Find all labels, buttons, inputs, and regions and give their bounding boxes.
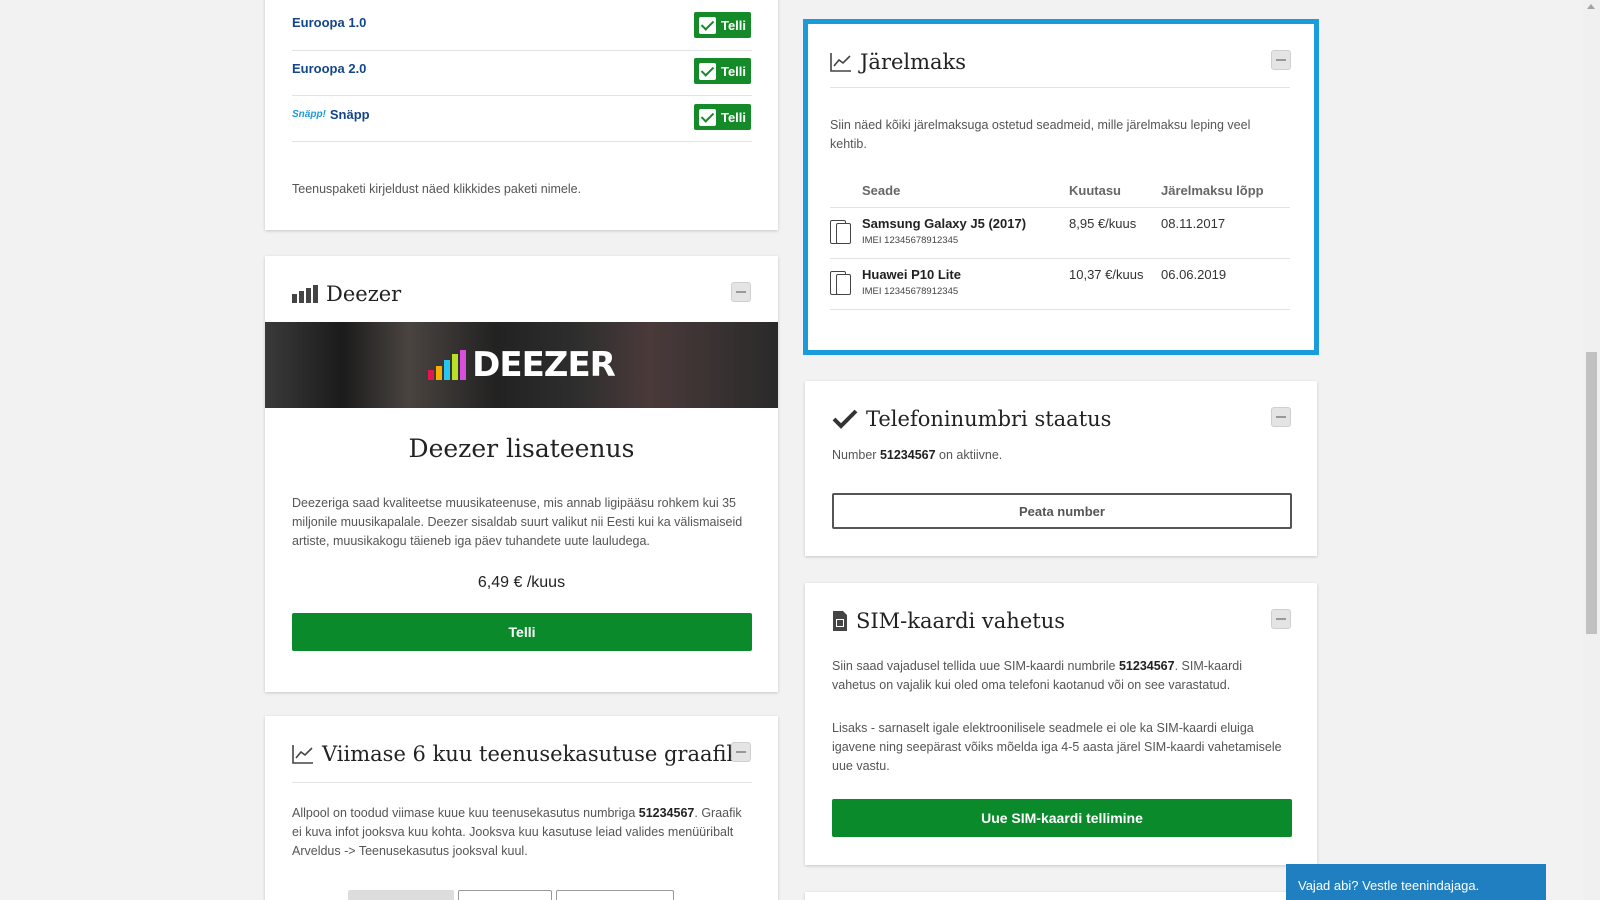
device-imei: IMEI 12345678912345 bbox=[862, 234, 959, 246]
sim-paragraph-2: Lisaks - sarnaselt igale elektroonilisel… bbox=[832, 721, 1282, 773]
order-sim-button[interactable]: Uue SIM-kaardi tellimine bbox=[832, 799, 1292, 837]
telli-button-euroopa-1[interactable]: Telli bbox=[694, 12, 751, 38]
device-name: Huawei P10 Lite bbox=[862, 266, 961, 282]
device-end-date: 06.06.2019 bbox=[1161, 258, 1290, 310]
sim-number: 51234567 bbox=[1118, 659, 1175, 673]
divider bbox=[830, 87, 1290, 88]
jarelmaks-card: Järelmaks Siin näed kõiki järelmaksuga o… bbox=[803, 19, 1319, 355]
chart-tab-2[interactable] bbox=[458, 890, 552, 900]
collapse-button[interactable] bbox=[731, 742, 751, 762]
next-card bbox=[805, 892, 1317, 900]
jarelmaks-description: Siin näed kõiki järelmaksuga ostetud sea… bbox=[830, 118, 1251, 151]
scrollbar-thumb[interactable] bbox=[1586, 352, 1597, 634]
phone-device-icon bbox=[830, 270, 852, 297]
table-header-row: Seade Kuutasu Järelmaksu lõpp bbox=[830, 175, 1290, 208]
divider bbox=[292, 141, 752, 142]
collapse-button[interactable] bbox=[1271, 50, 1291, 70]
collapse-button[interactable] bbox=[1271, 609, 1291, 629]
line-chart-icon bbox=[292, 745, 313, 764]
chat-widget[interactable]: Vajad abi? Vestle teenindajaga. bbox=[1286, 864, 1546, 900]
usage-card: Viimase 6 kuu teenusekasutuse graafik Al… bbox=[265, 716, 778, 900]
check-icon bbox=[698, 16, 716, 34]
device-name: Samsung Galaxy J5 (2017) bbox=[862, 215, 1027, 231]
telli-button-euroopa-2[interactable]: Telli bbox=[694, 58, 751, 84]
table-row: Samsung Galaxy J5 (2017) IMEI 1234567891… bbox=[830, 207, 1290, 259]
scrollbar[interactable] bbox=[1583, 0, 1600, 900]
number-status-card: Telefoninumbri staatus Number 51234567 o… bbox=[805, 381, 1317, 556]
status-number: 51234567 bbox=[879, 448, 936, 462]
equalizer-icon bbox=[292, 285, 318, 303]
column-header-end: Järelmaksu lõpp bbox=[1161, 175, 1290, 208]
divider bbox=[292, 50, 752, 51]
stop-number-button[interactable]: Peata number bbox=[832, 493, 1292, 529]
package-link-snapp[interactable]: Snäpp! Snäpp bbox=[292, 107, 370, 122]
package-link-euroopa-1[interactable]: Euroopa 1.0 bbox=[292, 15, 366, 30]
telli-button-snapp[interactable]: Telli bbox=[694, 104, 751, 130]
column-header-fee: Kuutasu bbox=[1069, 175, 1161, 208]
sim-card-title: SIM-kaardi vahetus bbox=[832, 609, 1065, 633]
checkmark-icon bbox=[832, 409, 858, 429]
deezer-price: 6,49 € /kuus bbox=[477, 574, 566, 591]
deezer-heading: Deezer lisateenus bbox=[408, 434, 635, 463]
line-chart-icon bbox=[830, 53, 851, 72]
usage-card-title: Viimase 6 kuu teenusekasutuse graafik bbox=[292, 742, 739, 766]
check-icon bbox=[698, 62, 716, 80]
device-fee: 10,37 €/kuus bbox=[1069, 258, 1161, 310]
deezer-description: Deezeriga saad kvaliteetse muusikateenus… bbox=[292, 496, 743, 548]
table-row: Huawei P10 Lite IMEI 12345678912345 10,3… bbox=[830, 258, 1290, 310]
device-imei: IMEI 12345678912345 bbox=[862, 285, 959, 297]
jarelmaks-card-title: Järelmaks bbox=[830, 50, 966, 74]
chart-tab-3[interactable] bbox=[556, 890, 674, 900]
number-status-text: Number 51234567 on aktiivne. bbox=[832, 448, 1003, 462]
deezer-logo-text: DEEZER bbox=[472, 345, 616, 385]
packages-card: Euroopa 1.0 Telli Euroopa 2.0 Telli Snäp… bbox=[265, 0, 778, 230]
deezer-card: Deezer DEEZER Deezer lisateenus Deezerig… bbox=[265, 256, 778, 692]
column-header-device: Seade bbox=[862, 175, 1069, 208]
chat-label: Vajad abi? Vestle teenindajaga. bbox=[1298, 878, 1480, 893]
device-fee: 8,95 €/kuus bbox=[1069, 207, 1161, 259]
deezer-telli-button[interactable]: Telli bbox=[292, 613, 752, 651]
packages-note: Teenuspaketi kirjeldust näed klikkides p… bbox=[292, 182, 582, 196]
scroll-up-arrow[interactable] bbox=[1587, 4, 1595, 9]
sim-card-icon bbox=[833, 611, 847, 631]
devices-table: Seade Kuutasu Järelmaksu lõpp Samsung Ga… bbox=[830, 175, 1290, 310]
package-link-euroopa-2[interactable]: Euroopa 2.0 bbox=[292, 61, 366, 76]
check-icon bbox=[698, 108, 716, 126]
number-status-title: Telefoninumbri staatus bbox=[832, 407, 1111, 431]
usage-number: 51234567 bbox=[638, 806, 695, 820]
sim-card: SIM-kaardi vahetus Siin saad vajadusel t… bbox=[805, 583, 1317, 865]
sim-paragraph-1: Siin saad vajadusel tellida uue SIM-kaar… bbox=[832, 659, 1242, 692]
collapse-button[interactable] bbox=[731, 282, 751, 302]
divider bbox=[292, 782, 752, 783]
collapse-button[interactable] bbox=[1271, 407, 1291, 427]
usage-description: Allpool on toodud viimase kuue kuu teenu… bbox=[292, 806, 742, 858]
device-end-date: 08.11.2017 bbox=[1161, 207, 1290, 259]
divider bbox=[292, 95, 752, 96]
deezer-card-title: Deezer bbox=[292, 282, 401, 306]
phone-device-icon bbox=[830, 219, 852, 246]
deezer-banner: DEEZER bbox=[265, 322, 778, 408]
deezer-logo-icon bbox=[428, 350, 467, 380]
chart-tab-1[interactable] bbox=[348, 890, 454, 900]
snapp-logo: Snäpp! bbox=[292, 109, 326, 120]
